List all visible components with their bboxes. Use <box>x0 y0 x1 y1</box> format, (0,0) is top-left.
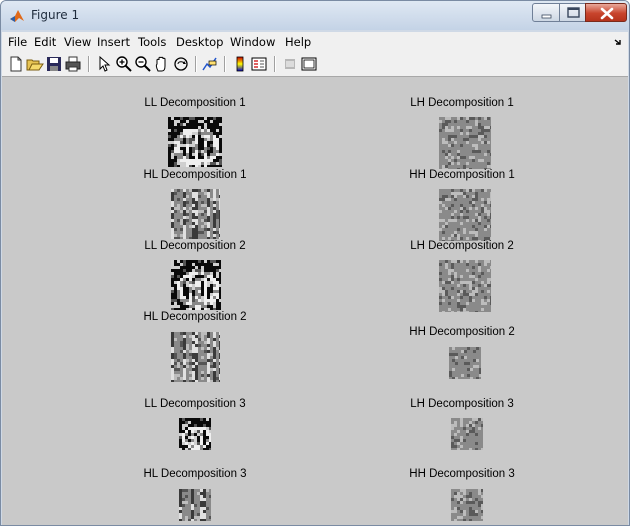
new-file-icon[interactable] <box>7 55 25 73</box>
menu-tools[interactable]: Tools <box>138 35 166 49</box>
menu-desktop[interactable]: Desktop <box>176 35 223 49</box>
matlab-icon <box>10 10 24 22</box>
toolbar-separator <box>195 56 197 72</box>
subplot-image <box>179 489 211 521</box>
subplot-image <box>439 260 491 312</box>
toolbar-separator <box>274 56 276 72</box>
window-title: Figure 1 <box>31 8 80 22</box>
figure-canvas[interactable]: LL Decomposition 1 LH Decomposition 1 HL D… <box>2 77 628 525</box>
subplot-title: HL Decomposition 1 <box>143 169 247 181</box>
subplot-image <box>168 117 222 167</box>
close-button[interactable] <box>585 3 627 22</box>
minimize-button[interactable] <box>532 3 560 22</box>
figure-window: Figure 1 File Edit View Insert Tools Des… <box>0 0 630 526</box>
subplot-image <box>171 260 221 310</box>
subplot-title: LH Decomposition 1 <box>410 97 514 109</box>
legend-icon[interactable] <box>250 55 268 73</box>
subplot-title: LL Decomposition 3 <box>144 398 246 410</box>
zoom-out-icon[interactable] <box>134 55 152 73</box>
print-icon[interactable] <box>64 55 82 73</box>
menu-insert[interactable]: Insert <box>97 35 130 49</box>
subplot-title: LH Decomposition 3 <box>410 398 514 410</box>
subplot-title: HL Decomposition 3 <box>143 468 247 480</box>
toolbar-separator <box>88 56 90 72</box>
rotate-3d-icon[interactable] <box>172 55 190 73</box>
subplot-title: LL Decomposition 1 <box>144 97 246 109</box>
menu-view[interactable]: View <box>64 35 91 49</box>
subplot-image <box>451 489 483 521</box>
subplot-title: HH Decomposition 1 <box>409 169 515 181</box>
subplot-title: HH Decomposition 2 <box>409 326 515 338</box>
save-icon[interactable] <box>45 55 63 73</box>
colorbar-icon[interactable] <box>231 55 249 73</box>
hide-plot-tools-icon[interactable] <box>281 55 299 73</box>
show-plot-tools-icon[interactable] <box>300 55 318 73</box>
pan-icon[interactable] <box>153 55 171 73</box>
menu-file[interactable]: File <box>8 35 27 49</box>
subplot-title: LH Decomposition 2 <box>410 240 514 252</box>
subplot-title: LL Decomposition 2 <box>144 240 246 252</box>
subplot-image <box>171 189 220 239</box>
subplot-image <box>439 189 491 241</box>
subplot-image <box>179 418 211 450</box>
pointer-icon[interactable] <box>95 55 113 73</box>
dock-arrow-icon[interactable] <box>614 38 622 46</box>
menu-window[interactable]: Window <box>230 35 275 49</box>
subplot-title: HL Decomposition 2 <box>143 311 247 323</box>
subplot-title: HH Decomposition 3 <box>409 468 515 480</box>
menu-bar: File Edit View Insert Tools Desktop Wind… <box>2 32 628 52</box>
subplot-image <box>171 332 220 382</box>
subplot-image <box>451 418 483 450</box>
zoom-in-icon[interactable] <box>115 55 133 73</box>
toolbar-separator <box>224 56 226 72</box>
data-cursor-icon[interactable] <box>201 55 219 73</box>
title-bar[interactable]: Figure 1 <box>1 1 629 30</box>
subplot-image <box>449 347 481 379</box>
subplot-image <box>439 117 491 169</box>
menu-edit[interactable]: Edit <box>34 35 56 49</box>
menu-help[interactable]: Help <box>285 35 311 49</box>
figure-toolbar <box>2 52 628 77</box>
maximize-button[interactable] <box>559 3 586 22</box>
open-file-icon[interactable] <box>26 55 44 73</box>
